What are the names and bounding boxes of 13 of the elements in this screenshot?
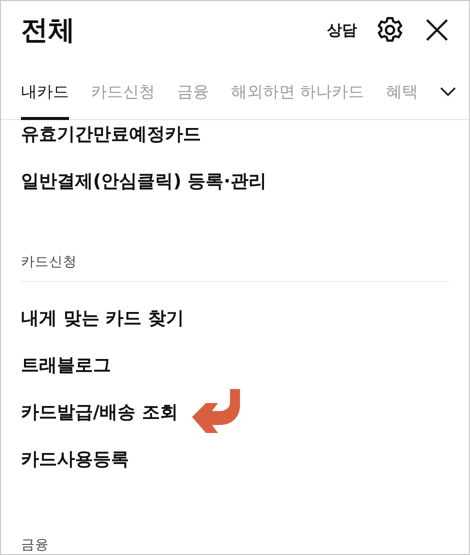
menu-item[interactable]: 카드발급/배송 조회 (21, 400, 178, 424)
menu-item[interactable]: 유효기간만료예정카드 (21, 122, 201, 146)
settings-icon[interactable] (375, 15, 405, 45)
menu-item[interactable]: 카드사용등록 (21, 446, 129, 470)
consult-link[interactable]: 상담 (327, 20, 357, 40)
page-title: 전체 (21, 14, 76, 48)
close-icon[interactable] (425, 18, 449, 42)
section-heading: 금융 (21, 536, 50, 554)
menu-item[interactable]: 내게 맞는 카드 찾기 (21, 306, 184, 330)
category-tab[interactable]: 내카드 (21, 82, 69, 120)
menu-item[interactable]: 트래블로그 (21, 352, 111, 376)
section-heading: 카드신청 (21, 204, 449, 282)
menu-item[interactable]: 일반결제(안심클릭) 등록·관리 (21, 168, 267, 192)
